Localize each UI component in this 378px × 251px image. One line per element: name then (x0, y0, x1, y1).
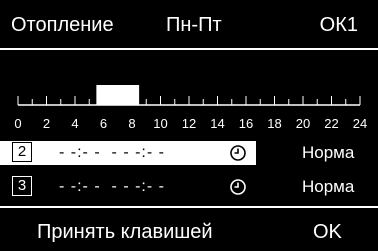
hour-label: 4 (71, 116, 78, 131)
schedule-row-3[interactable]: 3 - -:- - - - -:- - Норма (0, 175, 378, 199)
timeline-axis: 0 2 4 6 8 10 12 14 16 18 20 22 24 (14, 85, 367, 131)
hour-label: 24 (353, 116, 367, 131)
slot-mode[interactable]: Норма (302, 143, 354, 163)
header-divider (0, 48, 378, 50)
hour-label: 0 (14, 116, 21, 131)
hour-label: 6 (100, 116, 107, 131)
mode-title: Отопление (11, 14, 114, 36)
days-label: Пн-Пт (166, 14, 222, 36)
hour-label: 2 (43, 116, 50, 131)
confirm-hint: Принять клавишей (37, 221, 213, 243)
hour-label: 12 (182, 116, 196, 131)
schedule-row-2[interactable]: 2 - -:- - - - -:- - Норма (0, 141, 378, 165)
hour-label: 14 (210, 116, 224, 131)
hour-label: 8 (128, 116, 135, 131)
slot-times[interactable]: - -:- - - - -:- - (59, 143, 165, 163)
slot-number: 2 (12, 142, 32, 162)
time-schedule-bar: 0 2 4 6 8 10 12 14 16 18 20 22 24 (0, 80, 378, 134)
hour-label: 20 (296, 116, 310, 131)
hour-label: 18 (267, 116, 281, 131)
circuit-label: ОК1 (319, 14, 358, 36)
hour-label: 16 (239, 116, 253, 131)
header-bar: Отопление Пн-Пт ОК1 (0, 0, 378, 48)
slot-times[interactable]: - -:- - - - -:- - (59, 177, 165, 197)
footer-divider (0, 206, 378, 208)
hour-label: 22 (324, 116, 338, 131)
ok-key-label[interactable]: OK (313, 220, 342, 244)
hour-label: 10 (153, 116, 167, 131)
slot-number: 3 (12, 176, 32, 196)
slot-mode[interactable]: Норма (302, 177, 354, 197)
clock-icon (230, 179, 246, 195)
clock-icon (230, 145, 246, 161)
